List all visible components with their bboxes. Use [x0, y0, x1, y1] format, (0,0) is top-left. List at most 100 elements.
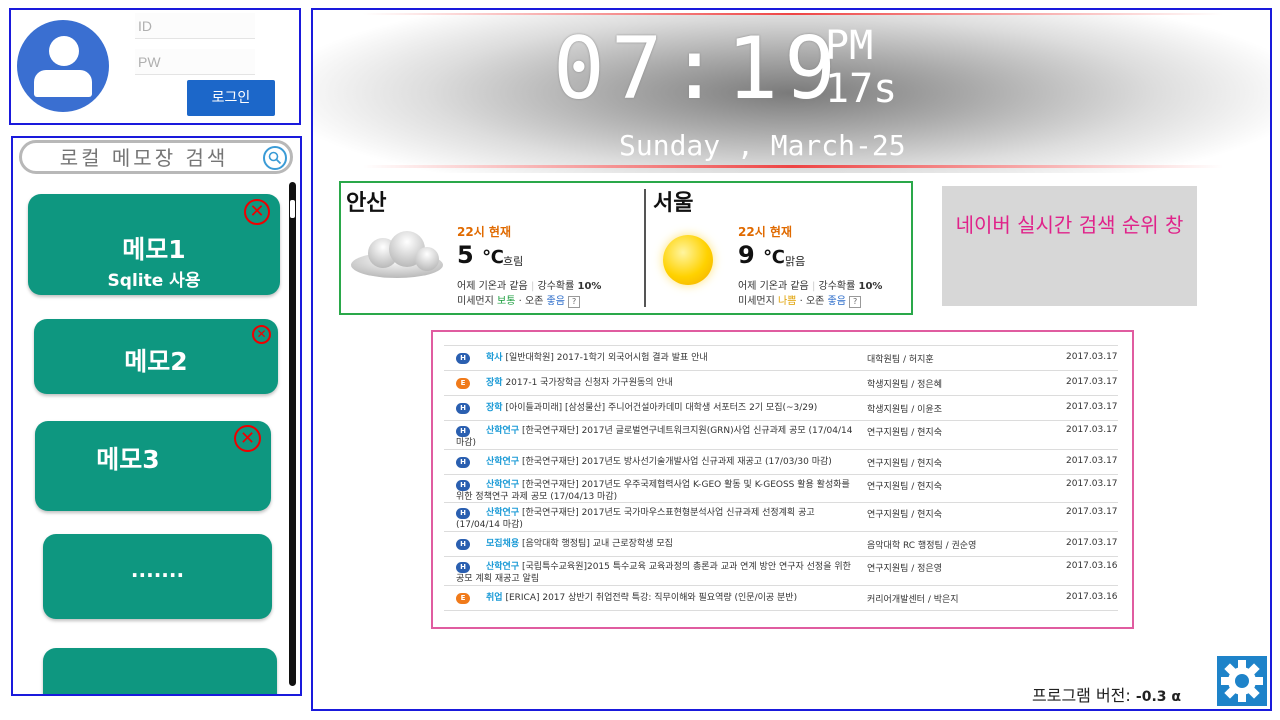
notice-row[interactable]: H 학사 [일반대학원] 2017-1학기 외국어시험 결과 발표 안내 대학원팀 …: [444, 345, 1118, 371]
notice-title-text[interactable]: [음악대학 행정팀] 교내 근로장학생 모집: [522, 539, 673, 549]
notice-category[interactable]: 장학: [486, 403, 503, 413]
weather-temp: 9 ℃: [738, 241, 785, 269]
notice-category[interactable]: 취업: [486, 593, 503, 603]
notice-category[interactable]: 장학: [486, 378, 503, 388]
memo-panel: 메모1 Sqlite 사용 ✕ 메모2 ✕ 메모3 ✕ .......: [11, 136, 302, 696]
notice-title[interactable]: 취업 [ERICA] 2017 상반기 취업전략 특강: 직무이해와 필요역량 …: [456, 592, 860, 604]
weather-time: 22시 현재: [738, 225, 792, 239]
notice-date: 2017.03.17: [1066, 456, 1118, 466]
memo-card[interactable]: [43, 648, 277, 694]
gear-icon[interactable]: [1217, 656, 1267, 706]
notice-row[interactable]: H 산학연구 [한국연구재단] 2017년도 국가마우스표현형분석사업 신규과제 …: [444, 502, 1118, 532]
weather-time: 22시 현재: [457, 225, 511, 239]
login-button[interactable]: 로그인: [187, 80, 275, 116]
notice-title[interactable]: 산학연구 [한국연구재단] 2017년도 우주국제협력사업 K-GEO 활동 및…: [456, 479, 860, 503]
pw-input[interactable]: PW: [135, 49, 255, 75]
help-icon[interactable]: ?: [568, 296, 581, 308]
notice-date: 2017.03.17: [1066, 479, 1118, 489]
version-value: -0.3 α: [1135, 689, 1181, 705]
notice-row[interactable]: H 장학 [아이들과미래] [삼성물산] 주니어건설아카데미 대학생 서포터즈 2…: [444, 395, 1118, 421]
notice-title[interactable]: 산학연구 [국립특수교육원]2015 특수교육 교육과정의 총론과 교과 연계 …: [456, 561, 860, 585]
notice-date: 2017.03.17: [1066, 352, 1118, 362]
memo-card[interactable]: 메모3 ✕: [35, 421, 271, 511]
notice-row[interactable]: E 취업 [ERICA] 2017 상반기 취업전략 특강: 직무이해와 필요역량…: [444, 585, 1118, 611]
clock-seconds: 17s: [825, 66, 898, 112]
memo-search-input[interactable]: [28, 145, 260, 171]
notice-row[interactable]: E 장학 2017-1 국가장학금 신청자 가구원동의 안내 학생지원팀 / 정은혜…: [444, 370, 1118, 396]
delete-icon[interactable]: ✕: [252, 325, 271, 344]
notice-author: 학생지원팀 / 정은혜: [867, 380, 942, 390]
naver-realtime-box[interactable]: 네이버 실시간 검색 순위 창: [942, 186, 1197, 306]
notice-title[interactable]: 장학 2017-1 국가장학금 신청자 가구원동의 안내: [456, 377, 860, 389]
memo-card[interactable]: 메모2 ✕: [34, 319, 278, 394]
memo-title: .......: [130, 558, 185, 582]
notice-title-text[interactable]: [일반대학원] 2017-1학기 외국어시험 결과 발표 안내: [505, 353, 707, 363]
notice-title[interactable]: 산학연구 [한국연구재단] 2017년도 방사선기술개발사업 신규과제 재공고 …: [456, 456, 860, 468]
notice-date: 2017.03.17: [1066, 425, 1118, 435]
notice-title-text[interactable]: [아이들과미래] [삼성물산] 주니어건설아카데미 대학생 서포터즈 2기 모집…: [505, 403, 817, 413]
notice-row[interactable]: H 산학연구 [한국연구재단] 2017년도 우주국제협력사업 K-GEO 활동 …: [444, 474, 1118, 503]
weather-temp: 5 ℃: [457, 241, 504, 269]
notice-category[interactable]: 모집채용: [486, 539, 519, 549]
notice-category[interactable]: 산학연구: [486, 562, 519, 572]
notice-category[interactable]: 산학연구: [486, 480, 519, 490]
notice-row[interactable]: H 모집채용 [음악대학 행정팀] 교내 근로장학생 모집 음악대학 RC 행정팀 …: [444, 531, 1118, 557]
notice-category[interactable]: 학사: [486, 353, 503, 363]
help-icon[interactable]: ?: [849, 296, 862, 308]
notice-title[interactable]: 산학연구 [한국연구재단] 2017년도 국가마우스표현형분석사업 신규과제 선…: [456, 507, 860, 531]
login-panel: ID PW 로그인: [9, 8, 301, 125]
weather-city: 안산: [346, 190, 387, 216]
notice-title[interactable]: 모집채용 [음악대학 행정팀] 교내 근로장학생 모집: [456, 538, 860, 550]
notice-title[interactable]: 학사 [일반대학원] 2017-1학기 외국어시험 결과 발표 안내: [456, 352, 860, 364]
notice-date: 2017.03.17: [1066, 377, 1118, 387]
notice-row[interactable]: H 산학연구 [한국연구재단] 2017년 글로벌연구네트워크지원(GRN)사업 …: [444, 420, 1118, 450]
notice-author: 커리어개발센터 / 박은지: [867, 595, 959, 605]
notice-title-text[interactable]: [한국연구재단] 2017년도 방사선기술개발사업 신규과제 재공고 (17/0…: [522, 457, 832, 467]
clock-ampm: PM: [825, 23, 874, 69]
memo-card[interactable]: 메모1 Sqlite 사용 ✕: [28, 194, 280, 295]
weather-condition: 흐림: [503, 255, 524, 268]
notice-title-text[interactable]: [ERICA] 2017 상반기 취업전략 특강: 직무이해와 필요역량 (인문…: [505, 593, 797, 603]
notice-author: 대학원팀 / 허지훈: [867, 355, 934, 365]
memo-card[interactable]: .......: [43, 534, 272, 619]
notice-row[interactable]: H 산학연구 [국립특수교육원]2015 특수교육 교육과정의 총론과 교과 연계…: [444, 556, 1118, 586]
id-input[interactable]: ID: [135, 13, 255, 39]
clock-bottom-line: [363, 165, 1223, 168]
notice-category[interactable]: 산학연구: [486, 426, 519, 436]
notice-author: 연구지원팀 / 현지숙: [867, 510, 942, 520]
avatar-icon: [17, 20, 109, 112]
notice-list-bottom-line: [444, 610, 1118, 612]
weather-detail: 어제 기온과 같음 | 강수확률 10%: [457, 281, 602, 292]
notice-author: 연구지원팀 / 현지숙: [867, 428, 942, 438]
memo-search-box: [19, 140, 293, 174]
clock-top-line: [363, 13, 1223, 15]
notice-row[interactable]: H 산학연구 [한국연구재단] 2017년도 방사선기술개발사업 신규과제 재공고…: [444, 449, 1118, 475]
notice-category[interactable]: 산학연구: [486, 457, 519, 467]
weather-city: 서울: [653, 190, 694, 216]
clock-date: Sunday , March-25: [619, 129, 906, 162]
notice-author: 연구지원팀 / 정은영: [867, 564, 942, 574]
notice-author: 음악대학 RC 행정팀 / 권순영: [867, 541, 977, 551]
notice-date: 2017.03.17: [1066, 402, 1118, 412]
cloud-icon: [351, 231, 443, 278]
notice-title[interactable]: 산학연구 [한국연구재단] 2017년 글로벌연구네트워크지원(GRN)사업 신…: [456, 425, 860, 449]
memo-scrollbar[interactable]: [289, 182, 296, 686]
weather-air: 미세먼지 보통 · 오존 좋음 ?: [457, 292, 581, 308]
weather-widget: 안산 22시 현재 5 ℃ 흐림 어제 기온과 같음 | 강수확률 10% 미세…: [339, 181, 913, 315]
scrollbar-thumb[interactable]: [290, 200, 295, 218]
memo-title: 메모3: [96, 445, 160, 474]
memo-subtitle: Sqlite 사용: [107, 271, 201, 291]
search-icon[interactable]: [263, 146, 287, 170]
version-label: 프로그램 버전:: [1032, 686, 1131, 705]
delete-icon[interactable]: ✕: [234, 425, 261, 452]
notice-board: H 학사 [일반대학원] 2017-1학기 외국어시험 결과 발표 안내 대학원팀 …: [431, 330, 1134, 629]
program-version: 프로그램 버전: -0.3 α: [1032, 682, 1181, 706]
notice-title[interactable]: 장학 [아이들과미래] [삼성물산] 주니어건설아카데미 대학생 서포터즈 2기…: [456, 402, 860, 414]
notice-date: 2017.03.17: [1066, 538, 1118, 548]
notice-date: 2017.03.16: [1066, 592, 1118, 602]
clock-time: 07:19: [553, 19, 842, 119]
delete-icon[interactable]: ✕: [244, 199, 270, 225]
notice-category[interactable]: 산학연구: [486, 508, 519, 518]
clock-banner: 07:19 PM 17s Sunday , March-25: [313, 13, 1270, 173]
notice-title-text[interactable]: 2017-1 국가장학금 신청자 가구원동의 안내: [505, 378, 673, 388]
